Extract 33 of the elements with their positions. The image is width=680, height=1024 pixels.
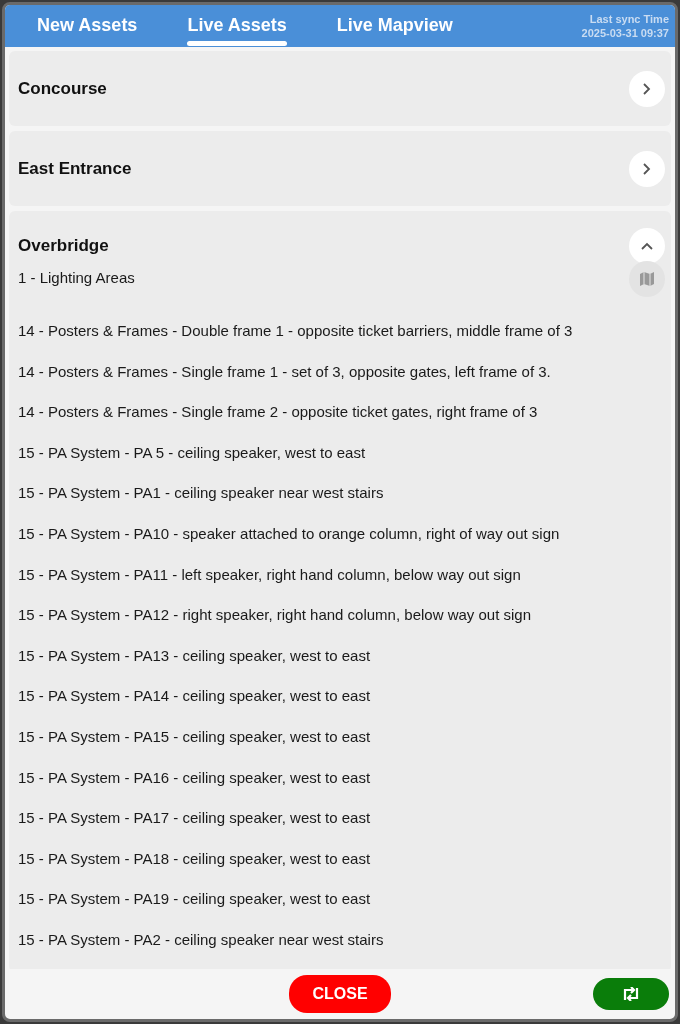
- sync-button[interactable]: [593, 978, 669, 1010]
- asset-item[interactable]: 15 - PA System - PA17 - ceiling speaker, west to east: [18, 809, 629, 850]
- repeat-icon: [621, 987, 641, 1001]
- asset-item[interactable]: 15 - PA System - PA11 - left speaker, right hand column, below way out sign: [18, 565, 629, 607]
- asset-item[interactable]: 15 - PA System - PA16 - ceiling speaker, west to east: [18, 768, 629, 810]
- chevron-right-icon: [643, 162, 651, 175]
- asset-item[interactable]: 15 - PA System - PA 5 - ceiling speaker, west to east: [18, 443, 629, 485]
- section-title: Overbridge: [18, 236, 109, 256]
- sync-time: 2025-03-31 09:37: [581, 27, 669, 39]
- map-icon: [639, 271, 655, 287]
- asset-item[interactable]: 1 - Lighting Areas: [18, 269, 629, 322]
- chevron-up-icon: [641, 242, 653, 250]
- asset-item[interactable]: 15 - PA System - PA13 - ceiling speaker, west to east: [18, 646, 629, 688]
- asset-item[interactable]: 14 - Posters & Frames - Single frame 2 - opposite ticket gates, right frame of 3: [18, 403, 629, 444]
- asset-item[interactable]: 15 - PA System - PA12 - right speaker, right hand column, below way out sign: [18, 606, 629, 647]
- expand-button[interactable]: [629, 228, 665, 264]
- chevron-right-icon: [643, 82, 651, 95]
- asset-item[interactable]: 15 - PA System - PA14 - ceiling speaker, west to east: [18, 687, 629, 728]
- asset-item[interactable]: 15 - PA System - PA18 - ceiling speaker, west to east: [18, 849, 629, 891]
- asset-item[interactable]: 15 - PA System - PA15 - ceiling speaker, west to east: [18, 727, 629, 769]
- asset-item[interactable]: 15 - PA System - PA2 - ceiling speaker near west stairs: [18, 930, 629, 969]
- asset-item[interactable]: 14 - Posters & Frames - Single frame 1 - set of 3, opposite gates, left frame of 3.: [18, 362, 629, 404]
- asset-item[interactable]: 15 - PA System - PA1 - ceiling speaker near west stairs: [18, 484, 629, 525]
- section-title: Concourse: [18, 78, 107, 99]
- section-title: East Entrance: [18, 158, 132, 179]
- expand-button[interactable]: [629, 150, 665, 187]
- asset-item[interactable]: 15 - PA System - PA19 - ceiling speaker, west to east: [18, 890, 629, 931]
- expand-button[interactable]: [629, 70, 665, 107]
- map-button[interactable]: [629, 261, 665, 297]
- asset-item[interactable]: 14 - Posters & Frames - Double frame 1 - opposite ticket barriers, middle frame of 3: [18, 322, 629, 363]
- close-button[interactable]: CLOSE: [289, 975, 391, 1013]
- asset-item[interactable]: 15 - PA System - PA10 - speaker attached to orange column, right of way out sign: [18, 524, 629, 566]
- sync-label: Last sync Time: [589, 13, 669, 25]
